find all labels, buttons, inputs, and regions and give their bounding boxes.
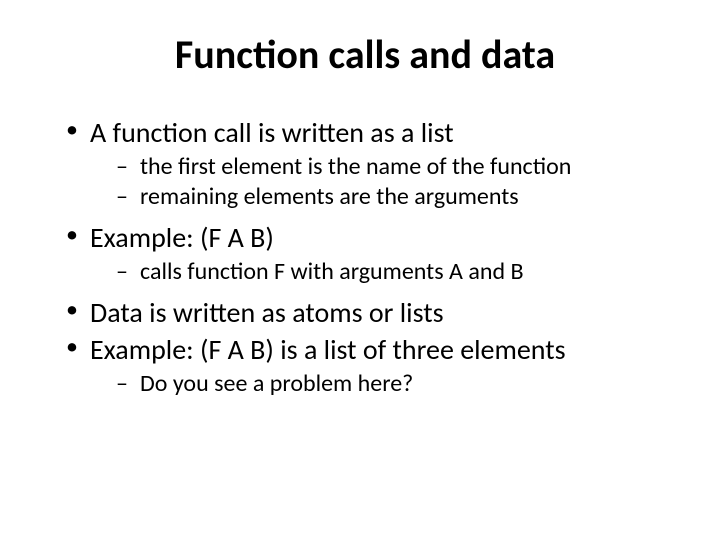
bullet-2-code: (F A B) xyxy=(200,220,274,255)
b2s1-d: A xyxy=(449,257,463,286)
bullet-4-sublist: Do you see a problem here? xyxy=(90,369,670,399)
b2s1-a: calls function xyxy=(140,257,274,286)
bullet-2-sub-1: calls function F with arguments A and B xyxy=(116,257,670,287)
bullet-1-text: A function call is written as a list xyxy=(90,115,454,150)
slide: Function calls and data A function call … xyxy=(0,0,720,540)
bullet-1: A function call is written as a list the… xyxy=(60,115,670,212)
bullet-3: Data is written as atoms or lists xyxy=(60,295,670,330)
bullet-2-sublist: calls function F with arguments A and B xyxy=(90,257,670,287)
bullet-4-prefix: Example: xyxy=(90,332,200,367)
b2s1-b: F xyxy=(274,257,285,286)
bullet-4-sub-1: Do you see a problem here? xyxy=(116,369,670,399)
bullet-1-sublist: the first element is the name of the fun… xyxy=(90,152,670,212)
bullet-list: A function call is written as a list the… xyxy=(60,115,670,399)
b2s1-c: with arguments xyxy=(285,257,449,286)
bullet-2: Example: (F A B) calls function F with a… xyxy=(60,220,670,287)
slide-title: Function calls and data xyxy=(60,30,670,79)
b2s1-e: and xyxy=(463,257,511,286)
bullet-2-prefix: Example: xyxy=(90,220,200,255)
bullet-4-suffix: is a list of three elements xyxy=(274,332,566,367)
bullet-4-code: (F A B) xyxy=(200,332,274,367)
bullet-1-sub-2: remaining elements are the arguments xyxy=(116,182,670,212)
bullet-4: Example: (F A B) is a list of three elem… xyxy=(60,332,670,399)
bullet-1-sub-1: the first element is the name of the fun… xyxy=(116,152,670,182)
b2s1-f: B xyxy=(511,257,524,286)
